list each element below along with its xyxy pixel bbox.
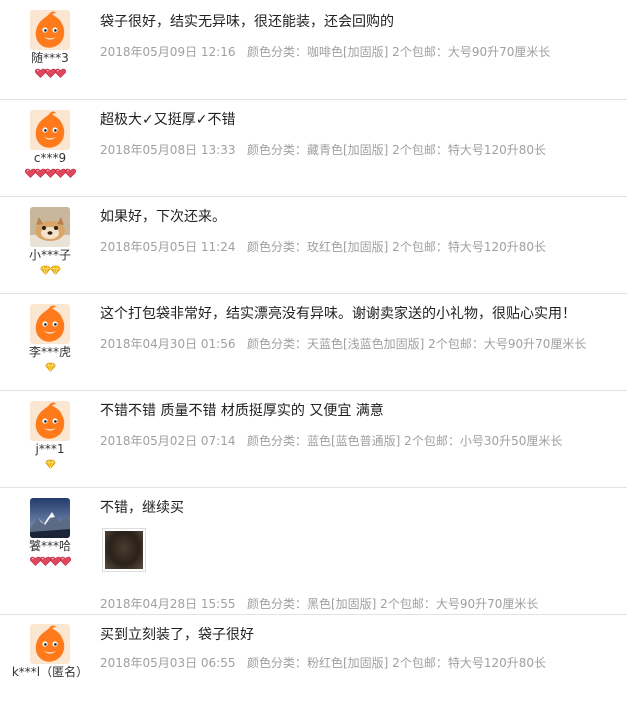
review-text: 不错不错 质量不错 材质挺厚实的 又便宜 满意	[100, 403, 384, 419]
rank-heart-icons	[0, 556, 100, 566]
review-text: 超极大✓又挺厚✓不错	[100, 112, 236, 128]
rank-heart-icons	[0, 68, 100, 78]
review-date: 2018年05月05日 11:24	[100, 240, 236, 254]
review-date: 2018年05月08日 13:33	[100, 143, 236, 157]
diamond-icon	[44, 454, 56, 473]
review-meta: 2018年04月28日 15:55 颜色分类：黑色[加固版] 2个包邮：大号90升…	[100, 596, 538, 612]
heart-icon	[54, 63, 66, 82]
heart-icon	[24, 163, 36, 182]
heart-icon	[64, 163, 76, 182]
review-date: 2018年05月09日 12:16	[100, 45, 236, 59]
review-meta: 2018年04月30日 01:56 颜色分类：天蓝色[浅蓝色加固版] 2个包邮：大…	[100, 336, 586, 352]
heart-icon	[49, 551, 61, 570]
reviewer-info: k***l（匿名）	[0, 624, 100, 680]
sku-info: 颜色分类：玫红色[加固版] 2个包邮：特大号120升80长	[247, 240, 546, 254]
review-item: j***1 不错不错 质量不错 材质挺厚实的 又便宜 满意 2018年05月02…	[0, 391, 627, 488]
review-date: 2018年04月28日 15:55	[100, 597, 236, 611]
heart-icon	[54, 163, 66, 182]
review-item: k***l（匿名） 买到立刻装了，袋子很好 2018年05月03日 06:55 颜…	[0, 615, 627, 705]
review-date: 2018年05月03日 06:55	[100, 656, 236, 670]
reviewer-info: 李***虎	[0, 304, 100, 372]
heart-icon	[34, 163, 46, 182]
tao-mascot-avatar[interactable]	[30, 10, 70, 50]
diamond-icon	[39, 260, 51, 279]
reviewer-info: c***9	[0, 110, 100, 178]
review-meta: 2018年05月09日 12:16 颜色分类：咖啡色[加固版] 2个包邮：大号90…	[100, 44, 550, 60]
dog-photo-avatar[interactable]	[30, 207, 70, 247]
review-meta: 2018年05月05日 11:24 颜色分类：玫红色[加固版] 2个包邮：特大号1…	[100, 239, 546, 255]
heart-icon	[44, 163, 56, 182]
review-text: 袋子很好，结实无异味，很还能装，还会回购的	[100, 14, 394, 30]
review-item: 小***子 如果好，下次还来。 2018年05月05日 11:24 颜色分类：玫红…	[0, 197, 627, 294]
sku-info: 颜色分类：咖啡色[加固版] 2个包邮：大号90升70厘米长	[247, 45, 551, 59]
review-meta: 2018年05月03日 06:55 颜色分类：粉红色[加固版] 2个包邮：特大号1…	[100, 655, 546, 671]
reviewer-info: 小***子	[0, 207, 100, 275]
rank-diamond-icons	[0, 265, 100, 275]
review-meta: 2018年05月08日 13:33 颜色分类：藏青色[加固版] 2个包邮：特大号1…	[100, 142, 546, 158]
tao-mascot-avatar[interactable]	[30, 401, 70, 441]
reviewer-info: 随***3	[0, 10, 100, 78]
rank-heart-icons	[0, 168, 100, 178]
review-photo-thumbnail[interactable]	[102, 528, 146, 572]
diamond-icon	[49, 260, 61, 279]
tao-mascot-avatar[interactable]	[30, 624, 70, 664]
sku-info: 颜色分类：天蓝色[浅蓝色加固版] 2个包邮：大号90升70厘米长	[247, 337, 587, 351]
review-content: 超极大✓又挺厚✓不错 2018年05月08日 13:33 颜色分类：藏青色[加固版…	[100, 110, 617, 157]
reviewer-info: j***1	[0, 401, 100, 469]
heart-icon	[29, 551, 41, 570]
tao-mascot-avatar[interactable]	[30, 304, 70, 344]
review-text: 不错，继续买	[100, 500, 184, 516]
review-item: 李***虎 这个打包袋非常好，结实漂亮没有异味。谢谢卖家送的小礼物，很贴心实用！…	[0, 294, 627, 391]
reviewer-info: 饕***哈	[0, 498, 100, 566]
review-content: 买到立刻装了，袋子很好 2018年05月03日 06:55 颜色分类：粉红色[加固…	[100, 625, 617, 670]
review-content: 袋子很好，结实无异味，很还能装，还会回购的 2018年05月09日 12:16 颜…	[100, 12, 617, 59]
review-meta: 2018年05月02日 07:14 颜色分类：蓝色[蓝色普通版] 2个包邮：小号3…	[100, 433, 562, 449]
sku-info: 颜色分类：黑色[加固版] 2个包邮：大号90升70厘米长	[247, 597, 539, 611]
mountain-photo-avatar[interactable]	[30, 498, 70, 538]
review-content: 如果好，下次还来。 2018年05月05日 11:24 颜色分类：玫红色[加固版]…	[100, 207, 617, 254]
review-text: 如果好，下次还来。	[100, 209, 226, 225]
review-item: 饕***哈 不错，继续买 2018年04月28日 15:55 颜色分类：黑色[加固…	[0, 488, 627, 615]
heart-icon	[39, 551, 51, 570]
sku-info: 颜色分类：藏青色[加固版] 2个包邮：特大号120升80长	[247, 143, 546, 157]
review-item: c***9 超极大✓又挺厚✓不错 2018年05月08日 13:33 颜色分类：藏…	[0, 100, 627, 197]
review-text: 这个打包袋非常好，结实漂亮没有异味。谢谢卖家送的小礼物，很贴心实用！	[100, 306, 576, 322]
diamond-icon	[44, 357, 56, 376]
review-content: 这个打包袋非常好，结实漂亮没有异味。谢谢卖家送的小礼物，很贴心实用！ 2018年…	[100, 304, 617, 351]
rank-diamond-icons	[0, 362, 100, 372]
review-date: 2018年04月30日 01:56	[100, 337, 236, 351]
review-text: 买到立刻装了，袋子很好	[100, 627, 254, 643]
review-content: 不错不错 质量不错 材质挺厚实的 又便宜 满意 2018年05月02日 07:1…	[100, 401, 617, 448]
review-date: 2018年05月02日 07:14	[100, 434, 236, 448]
reviewer-name[interactable]: k***l（匿名）	[0, 665, 100, 680]
heart-icon	[44, 63, 56, 82]
review-content: 不错，继续买 2018年04月28日 15:55 颜色分类：黑色[加固版] 2个包…	[100, 498, 617, 611]
tao-mascot-avatar[interactable]	[30, 110, 70, 150]
sku-info: 颜色分类：蓝色[蓝色普通版] 2个包邮：小号30升50厘米长	[247, 434, 563, 448]
review-item: 随***3 袋子很好，结实无异味，很还能装，还会回购的 2018年05月09日 …	[0, 0, 627, 100]
rank-diamond-icons	[0, 459, 100, 469]
sku-info: 颜色分类：粉红色[加固版] 2个包邮：特大号120升80长	[247, 656, 546, 670]
heart-icon	[59, 551, 71, 570]
heart-icon	[34, 63, 46, 82]
